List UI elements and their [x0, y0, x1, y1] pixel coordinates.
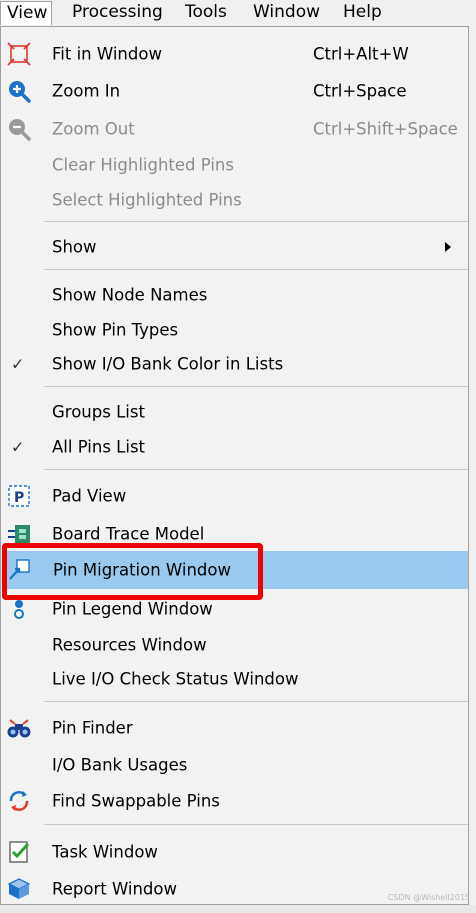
pad-view-icon: P — [8, 485, 30, 507]
menu-view[interactable]: View — [0, 1, 52, 25]
menu-item-io-bank-usages[interactable]: I/O Bank Usages — [1, 748, 468, 782]
zoom-out-icon — [9, 119, 31, 141]
task-window-icon — [9, 841, 30, 863]
menu-help-label: Help — [343, 2, 382, 22]
menu-processing-label: Processing — [72, 2, 163, 22]
menu-item-clear-highlighted-pins[interactable]: Clear Highlighted Pins — [1, 148, 468, 182]
menu-separator — [44, 269, 468, 270]
menu-item-label: Select Highlighted Pins — [52, 190, 242, 210]
menu-item-label: I/O Bank Usages — [52, 755, 188, 775]
menu-item-task-window[interactable]: Task Window — [1, 835, 468, 869]
menu-item-label: Pin Legend Window — [52, 599, 213, 619]
menu-item-label: Show — [52, 237, 97, 257]
menu-item-show-node-names[interactable]: Show Node Names — [1, 278, 468, 312]
menu-window-label: Window — [253, 2, 321, 22]
menu-item-find-swappable-pins[interactable]: Find Swappable Pins — [1, 784, 468, 818]
menu-tools-label: Tools — [185, 2, 227, 22]
menu-item-live-io-check[interactable]: Live I/O Check Status Window — [1, 662, 468, 696]
menu-item-label: Pad View — [52, 486, 127, 506]
menu-item-zoom-out[interactable]: Zoom Out Ctrl+Shift+Space — [1, 112, 468, 146]
menu-separator — [44, 469, 468, 470]
background-window-strip — [0, 905, 476, 913]
menu-item-fit-in-window[interactable]: Fit in Window Ctrl+Alt+W — [1, 37, 468, 71]
menu-item-label: Live I/O Check Status Window — [52, 669, 299, 689]
menu-item-select-highlighted-pins[interactable]: Select Highlighted Pins — [1, 183, 468, 217]
svg-text:P: P — [14, 490, 24, 506]
menu-item-show[interactable]: Show — [1, 230, 468, 264]
menu-item-label: Resources Window — [52, 635, 207, 655]
menu-bar: View Processing Tools Window Help — [0, 0, 476, 26]
menu-separator — [44, 824, 468, 825]
menu-item-show-pin-types[interactable]: Show Pin Types — [1, 313, 468, 347]
menu-separator — [44, 221, 468, 222]
report-window-icon — [7, 878, 31, 899]
menu-item-label: Show Node Names — [52, 285, 208, 305]
watermark: CSDN @Wishell2015 — [387, 893, 470, 902]
menu-item-label: Pin Finder — [52, 718, 133, 738]
fit-window-icon — [7, 42, 31, 66]
menu-item-zoom-in[interactable]: Zoom In Ctrl+Space — [1, 74, 468, 108]
menu-item-shortcut: Ctrl+Shift+Space — [313, 119, 458, 139]
binoculars-icon — [7, 719, 31, 738]
menu-processing[interactable]: Processing — [66, 1, 169, 25]
menu-item-label: Clear Highlighted Pins — [52, 155, 234, 175]
menu-item-label: Show I/O Bank Color in Lists — [52, 354, 284, 374]
menu-item-all-pins-list[interactable]: ✓ All Pins List — [1, 430, 468, 464]
menu-item-pin-finder[interactable]: Pin Finder — [1, 711, 468, 745]
menu-item-shortcut: Ctrl+Alt+W — [313, 44, 409, 64]
menu-item-groups-list[interactable]: Groups List — [1, 395, 468, 429]
menu-separator — [44, 701, 468, 702]
menu-item-label: All Pins List — [52, 437, 146, 457]
menu-help[interactable]: Help — [337, 1, 388, 25]
menu-tools[interactable]: Tools — [179, 1, 233, 25]
annotation-highlight-box — [2, 543, 263, 600]
checkmark-icon: ✓ — [11, 354, 25, 374]
menu-item-shortcut: Ctrl+Space — [313, 81, 407, 101]
zoom-in-icon — [9, 81, 31, 103]
menu-item-label: Report Window — [52, 879, 177, 899]
menu-item-label: Fit in Window — [52, 44, 162, 64]
menu-item-resources-window[interactable]: Resources Window — [1, 628, 468, 662]
view-menu-dropdown: Fit in Window Ctrl+Alt+W Zoom In Ctrl+Sp… — [0, 26, 469, 905]
swap-pins-icon — [9, 791, 29, 811]
menu-view-label: View — [7, 3, 48, 23]
menu-item-show-io-bank-color[interactable]: ✓ Show I/O Bank Color in Lists — [1, 347, 468, 381]
menu-item-label: Board Trace Model — [52, 524, 205, 544]
menu-item-label: Groups List — [52, 402, 145, 422]
menu-window[interactable]: Window — [247, 1, 326, 25]
menu-item-label: Find Swappable Pins — [52, 791, 220, 811]
menu-item-label: Task Window — [52, 842, 158, 862]
menu-item-label: Zoom Out — [52, 119, 135, 139]
submenu-arrow-icon — [445, 242, 451, 252]
menu-item-label: Show Pin Types — [52, 320, 179, 340]
menu-item-pad-view[interactable]: P Pad View — [1, 479, 468, 513]
menu-separator — [44, 386, 468, 387]
menu-item-label: Zoom In — [52, 81, 121, 101]
checkmark-icon: ✓ — [11, 437, 25, 457]
